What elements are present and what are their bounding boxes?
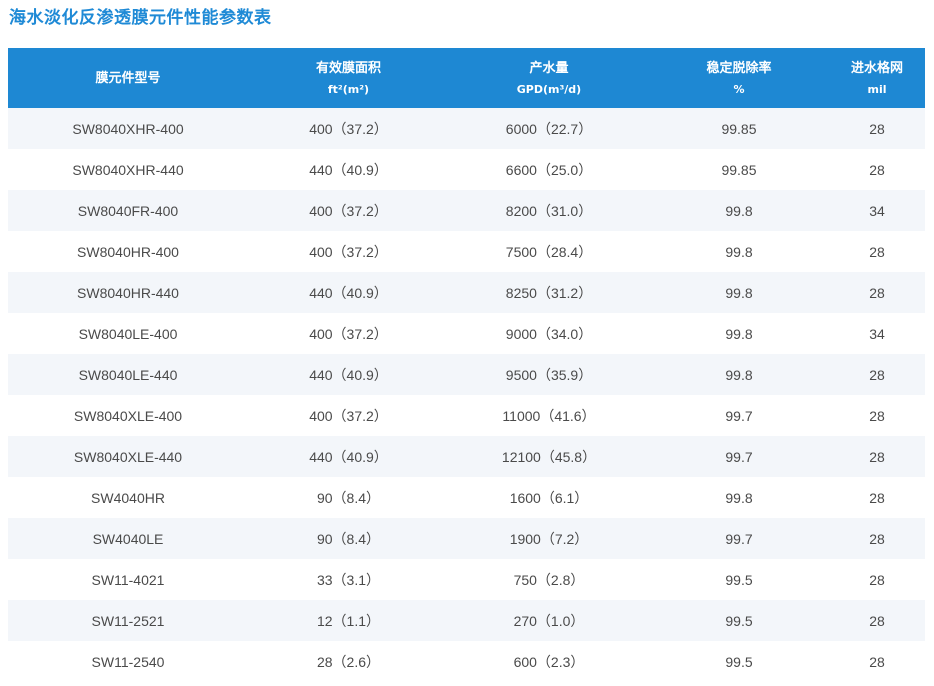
cell-model: SW4040HR xyxy=(91,489,165,506)
performance-table: 膜元件型号 有效膜面积 ft²(m²) 产水量 GPD(m³/d) 稳定脱除率 … xyxy=(8,48,925,682)
cell-water-production: 8250（31.2） xyxy=(505,284,593,301)
cell-water-production: 11000（41.6） xyxy=(502,407,596,424)
header-salt-rejection: 稳定脱除率 % xyxy=(706,60,772,96)
table-row: SW8040XHR-400 400（37.2） 6000（22.7） 99.85 28 xyxy=(8,108,925,149)
header-membrane-area: 有效膜面积 ft²(m²) xyxy=(315,60,381,96)
cell-model: SW8040LE-400 xyxy=(78,325,178,342)
cell-water-production: 600（2.3） xyxy=(513,653,585,670)
table-row: SW8040HR-400 400（37.2） 7500（28.4） 99.8 28 xyxy=(8,231,925,272)
cell-water-production: 270（1.0） xyxy=(513,612,585,629)
cell-salt-rejection: 99.8 xyxy=(725,489,753,506)
cell-salt-rejection: 99.8 xyxy=(725,243,753,260)
cell-water-production: 6000（22.7） xyxy=(505,120,593,137)
cell-feed-spacer: 28 xyxy=(869,489,885,506)
cell-water-production: 6600（25.0） xyxy=(505,161,593,178)
cell-membrane-area: 400（37.2） xyxy=(309,407,388,424)
cell-feed-spacer: 28 xyxy=(869,366,885,383)
page-title: 海水淡化反渗透膜元件性能参数表 xyxy=(9,8,272,28)
table-row: SW8040LE-440 440（40.9） 9500（35.9） 99.8 28 xyxy=(8,354,925,395)
table-row: SW8040FR-400 400（37.2） 8200（31.0） 99.8 34 xyxy=(8,190,925,231)
cell-membrane-area: 90（8.4） xyxy=(316,530,381,547)
cell-feed-spacer: 28 xyxy=(869,161,885,178)
header-feed-spacer: 进水格网 mil xyxy=(850,60,903,96)
cell-feed-spacer: 34 xyxy=(869,325,885,342)
cell-model: SW11-4021 xyxy=(91,571,165,588)
table-row: SW4040HR 90（8.4） 1600（6.1） 99.8 28 xyxy=(8,477,925,518)
cell-water-production: 12100（45.8） xyxy=(501,448,597,465)
cell-salt-rejection: 99.7 xyxy=(725,530,753,547)
cell-salt-rejection: 99.85 xyxy=(721,120,757,137)
cell-water-production: 9500（35.9） xyxy=(505,366,593,383)
cell-water-production: 1600（6.1） xyxy=(509,489,589,506)
cell-feed-spacer: 28 xyxy=(869,653,885,670)
cell-water-production: 9000（34.0） xyxy=(505,325,593,342)
cell-model: SW8040XLE-440 xyxy=(73,448,183,465)
performance-table-container: 膜元件型号 有效膜面积 ft²(m²) 产水量 GPD(m³/d) 稳定脱除率 … xyxy=(8,48,925,682)
cell-membrane-area: 440（40.9） xyxy=(309,161,388,178)
cell-salt-rejection: 99.85 xyxy=(721,161,757,178)
cell-feed-spacer: 28 xyxy=(869,448,885,465)
cell-salt-rejection: 99.7 xyxy=(725,407,753,424)
cell-model: SW4040LE xyxy=(92,530,164,547)
table-header: 膜元件型号 有效膜面积 ft²(m²) 产水量 GPD(m³/d) 稳定脱除率 … xyxy=(8,48,925,108)
cell-model: SW8040XLE-400 xyxy=(73,407,183,424)
cell-salt-rejection: 99.8 xyxy=(725,325,753,342)
cell-feed-spacer: 28 xyxy=(869,612,885,629)
table-row: SW8040HR-440 440（40.9） 8250（31.2） 99.8 28 xyxy=(8,272,925,313)
cell-model: SW11-2521 xyxy=(91,612,165,629)
cell-membrane-area: 33（3.1） xyxy=(316,571,381,588)
cell-membrane-area: 12（1.1） xyxy=(316,612,381,629)
table-row: SW11-2521 12（1.1） 270（1.0） 99.5 28 xyxy=(8,600,925,641)
cell-feed-spacer: 34 xyxy=(869,202,885,219)
table-row: SW8040XHR-440 440（40.9） 6600（25.0） 99.85 28 xyxy=(8,149,925,190)
cell-membrane-area: 400（37.2） xyxy=(309,243,388,260)
cell-feed-spacer: 28 xyxy=(869,243,885,260)
cell-feed-spacer: 28 xyxy=(869,530,885,547)
cell-salt-rejection: 99.5 xyxy=(725,612,753,629)
cell-water-production: 8200（31.0） xyxy=(505,202,593,219)
table-header-row: 膜元件型号 有效膜面积 ft²(m²) 产水量 GPD(m³/d) 稳定脱除率 … xyxy=(8,48,925,108)
cell-membrane-area: 440（40.9） xyxy=(309,448,388,465)
cell-model: SW8040XHR-400 xyxy=(72,120,184,137)
cell-membrane-area: 28（2.6） xyxy=(316,653,381,670)
cell-water-production: 1900（7.2） xyxy=(509,530,589,547)
table-row: SW11-4021 33（3.1） 750（2.8） 99.5 28 xyxy=(8,559,925,600)
header-model: 膜元件型号 xyxy=(95,70,161,86)
header-water-production: 产水量 GPD(m³/d) xyxy=(516,60,582,96)
cell-feed-spacer: 28 xyxy=(869,571,885,588)
cell-feed-spacer: 28 xyxy=(869,284,885,301)
table-row: SW8040XLE-400 400（37.2） 11000（41.6） 99.7 28 xyxy=(8,395,925,436)
table-row: SW8040XLE-440 440（40.9） 12100（45.8） 99.7 28 xyxy=(8,436,925,477)
cell-salt-rejection: 99.8 xyxy=(725,284,753,301)
table-body: SW8040XHR-400 400（37.2） 6000（22.7） 99.85 28 S… xyxy=(8,108,925,682)
cell-feed-spacer: 28 xyxy=(869,120,885,137)
cell-water-production: 750（2.8） xyxy=(513,571,585,588)
cell-model: SW8040XHR-440 xyxy=(72,161,184,178)
cell-model: SW8040HR-400 xyxy=(77,243,179,260)
table-row: SW11-2540 28（2.6） 600（2.3） 99.5 28 xyxy=(8,641,925,682)
table-row: SW4040LE 90（8.4） 1900（7.2） 99.7 28 xyxy=(8,518,925,559)
cell-membrane-area: 400（37.2） xyxy=(309,202,388,219)
cell-feed-spacer: 28 xyxy=(869,407,885,424)
cell-membrane-area: 400（37.2） xyxy=(309,325,388,342)
cell-salt-rejection: 99.8 xyxy=(725,202,753,219)
cell-model: SW8040FR-400 xyxy=(77,202,179,219)
cell-salt-rejection: 99.5 xyxy=(725,571,753,588)
cell-model: SW8040LE-440 xyxy=(78,366,178,383)
cell-membrane-area: 440（40.9） xyxy=(309,366,388,383)
cell-model: SW11-2540 xyxy=(91,653,165,670)
cell-membrane-area: 400（37.2） xyxy=(309,120,388,137)
cell-model: SW8040HR-440 xyxy=(77,284,179,301)
cell-water-production: 7500（28.4） xyxy=(505,243,593,260)
cell-membrane-area: 440（40.9） xyxy=(309,284,388,301)
cell-salt-rejection: 99.5 xyxy=(725,653,753,670)
table-row: SW8040LE-400 400（37.2） 9000（34.0） 99.8 34 xyxy=(8,313,925,354)
cell-salt-rejection: 99.8 xyxy=(725,366,753,383)
cell-membrane-area: 90（8.4） xyxy=(316,489,381,506)
cell-salt-rejection: 99.7 xyxy=(725,448,753,465)
